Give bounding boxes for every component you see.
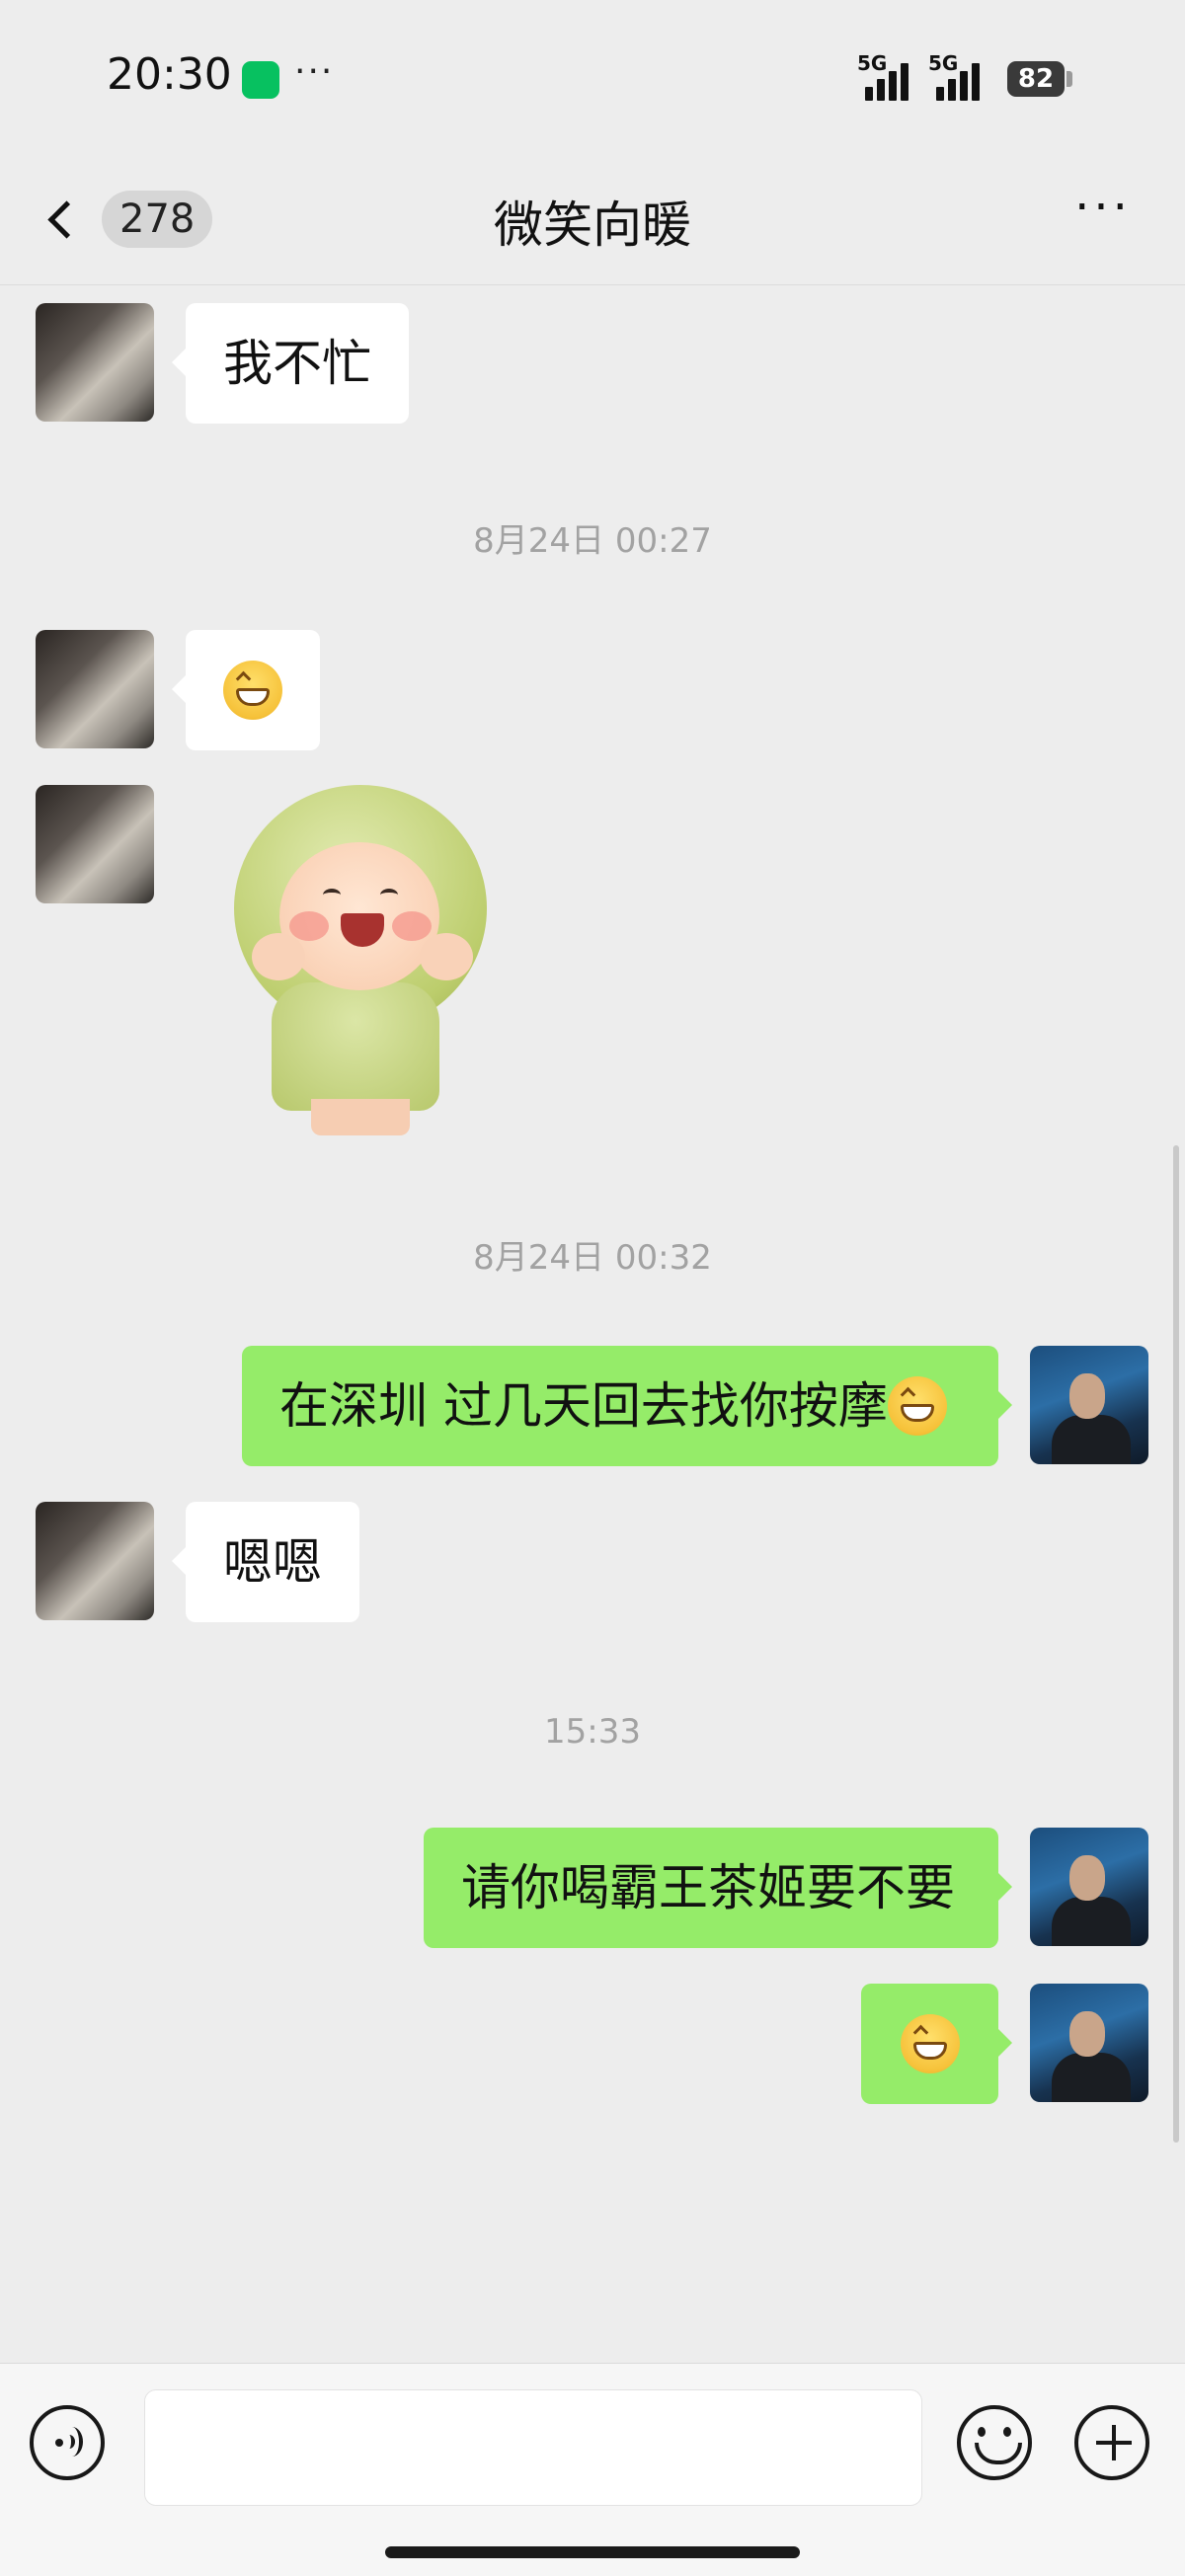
message-bubble[interactable]: 在深圳 过几天回去找你按摩 — [242, 1346, 1012, 1466]
scrollbar[interactable] — [1173, 1145, 1179, 2143]
grin-emoji-icon — [887, 1375, 947, 1436]
grin-emoji-icon — [900, 2013, 960, 2073]
battery-tip — [1066, 71, 1072, 87]
message-bubble[interactable]: 嗯嗯 — [172, 1502, 359, 1622]
smiling-baby-sticker[interactable] — [232, 785, 489, 1135]
message-bubble[interactable] — [861, 1984, 1012, 2104]
status-bar: 20:30 ··· 5G 5G 82 — [0, 0, 1185, 158]
timestamp: 15:33 — [544, 1712, 641, 1752]
message-bubble[interactable] — [172, 630, 320, 750]
notification-more-icon: ··· — [294, 51, 335, 92]
message-bubble[interactable]: 请你喝霸王茶姬要不要 — [424, 1828, 1012, 1948]
chat-title: 微笑向暖 — [494, 196, 691, 254]
plus-button[interactable] — [1074, 2405, 1149, 2480]
more-options-button[interactable]: ··· — [1068, 184, 1138, 247]
emoji-button[interactable] — [957, 2405, 1032, 2480]
message-input[interactable] — [144, 2389, 922, 2506]
message-bubble[interactable]: 我不忙 — [172, 303, 409, 424]
home-indicator[interactable] — [385, 2546, 800, 2558]
my-avatar[interactable] — [1030, 1828, 1148, 1946]
status-time: 20:30 — [107, 49, 232, 100]
my-avatar[interactable] — [1030, 1346, 1148, 1464]
signal-5g-icon-1: 5G — [857, 51, 926, 101]
signal-5g-icon-2: 5G — [928, 51, 997, 101]
my-avatar[interactable] — [1030, 1984, 1148, 2102]
wechat-notification-icon — [242, 61, 279, 99]
timestamp: 8月24日 00:32 — [473, 1238, 712, 1278]
grin-emoji-icon — [223, 660, 282, 720]
timestamp: 8月24日 00:27 — [473, 521, 712, 561]
contact-avatar[interactable] — [36, 630, 154, 748]
contact-avatar[interactable] — [36, 303, 154, 422]
message-list[interactable]: 我不忙 8月24日 00:27 8月24日 00:32 在深圳 过几天回去找你按… — [0, 286, 1185, 2360]
contact-avatar[interactable] — [36, 785, 154, 903]
contact-avatar[interactable] — [36, 1502, 154, 1620]
chat-header: 278 微笑向暖 ··· — [0, 158, 1185, 285]
voice-input-button[interactable] — [30, 2405, 105, 2480]
battery-icon: 82 — [1007, 61, 1065, 97]
input-toolbar — [0, 2363, 1185, 2576]
